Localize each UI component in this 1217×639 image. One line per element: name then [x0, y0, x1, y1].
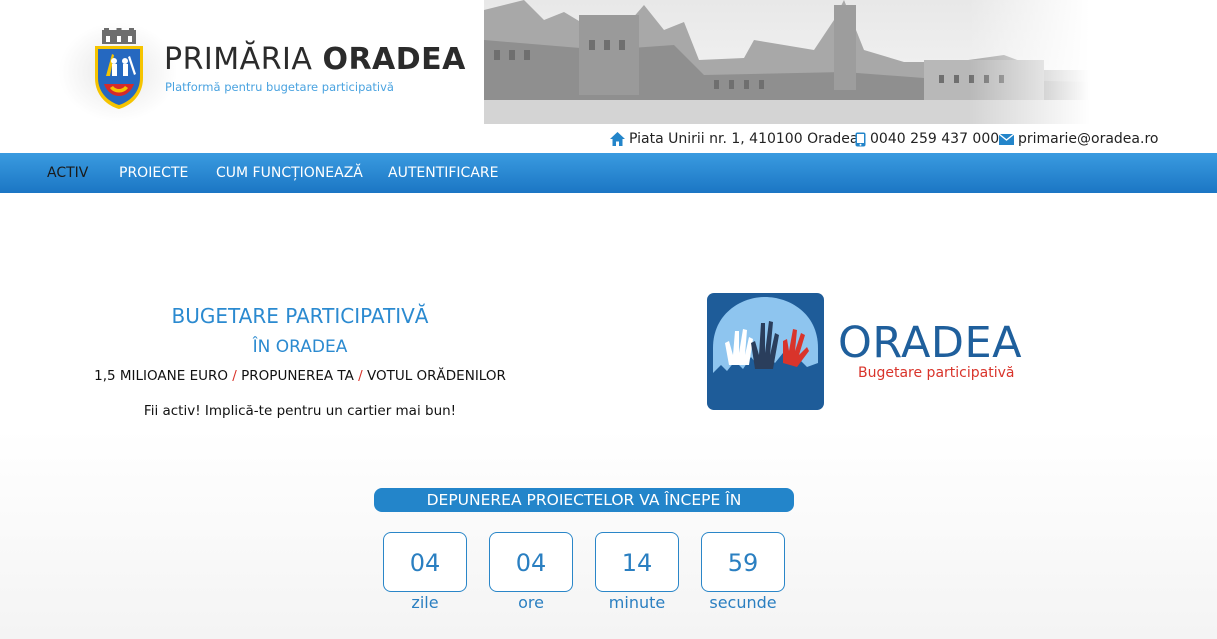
site-title-bold: ORADEA [322, 42, 466, 77]
nav-item-autentificare[interactable]: AUTENTIFICARE [388, 153, 498, 193]
city-panorama-image [484, 0, 1090, 124]
raised-hands-icon [713, 297, 818, 410]
contact-phone: 0040 259 437 000 [855, 130, 999, 148]
contact-email[interactable]: primarie@oradea.ro [999, 130, 1158, 148]
site-title[interactable]: PRIMĂRIA ORADEA [164, 42, 466, 77]
hero-subtitle: ÎN ORADEA [252, 337, 348, 357]
pillar-separator: / [358, 368, 363, 384]
mail-icon [999, 133, 1014, 145]
countdown-days-value: 04 [383, 532, 467, 592]
hero-title: BUGETARE PARTICIPATIVĂ [171, 304, 429, 328]
countdown-minutes-value: 14 [595, 532, 679, 592]
pillar-separator: / [232, 368, 237, 384]
pillar-vote: VOTUL ORĂDENILOR [366, 368, 506, 384]
site-title-light: PRIMĂRIA [164, 42, 323, 77]
pillar-proposal: PROPUNEREA TA [241, 368, 354, 384]
contact-phone-text: 0040 259 437 000 [870, 131, 1000, 147]
countdown-days-label: zile [411, 593, 439, 612]
contact-address: Piata Unirii nr. 1, 410100 Oradea [610, 130, 859, 148]
main-navbar: ACTIV PROIECTE CUM FUNCȚIONEAZĂ AUTENTIF… [0, 153, 1217, 193]
site-header: PRIMĂRIA ORADEA Platformă pentru bugetar… [0, 0, 1217, 153]
nav-item-proiecte[interactable]: PROIECTE [119, 153, 188, 193]
countdown-hours-label: ore [518, 593, 544, 612]
city-crest-icon[interactable] [92, 28, 146, 110]
countdown-banner: DEPUNEREA PROIECTELOR VA ÎNCEPE ÎN [374, 488, 794, 512]
nav-item-cum-functioneaza[interactable]: CUM FUNCȚIONEAZĂ [216, 153, 363, 193]
brand-wordmark: ORADEA [838, 318, 1023, 368]
site-subtitle: Platformă pentru bugetare participativă [165, 80, 394, 94]
countdown-minutes-label: minute [608, 593, 666, 612]
countdown-seconds-value: 59 [701, 532, 785, 592]
contact-address-text: Piata Unirii nr. 1, 410100 Oradea [629, 131, 859, 147]
nav-item-activ[interactable]: ACTIV [47, 153, 88, 193]
hero-pillars: 1,5 MILIOANE EURO / PROPUNEREA TA / VOTU… [0, 368, 600, 384]
home-icon [610, 132, 625, 146]
brand-logo-tile [707, 293, 824, 410]
countdown-seconds-label: secunde [709, 593, 777, 612]
hero-tagline: Fii activ! Implică-te pentru un cartier … [143, 403, 457, 419]
brand-subtitle: Bugetare participativă [858, 365, 1015, 381]
pillar-budget: 1,5 MILIOANE EURO [94, 368, 228, 384]
phone-icon [855, 132, 866, 146]
countdown-hours-value: 04 [489, 532, 573, 592]
contact-email-text[interactable]: primarie@oradea.ro [1018, 131, 1158, 147]
